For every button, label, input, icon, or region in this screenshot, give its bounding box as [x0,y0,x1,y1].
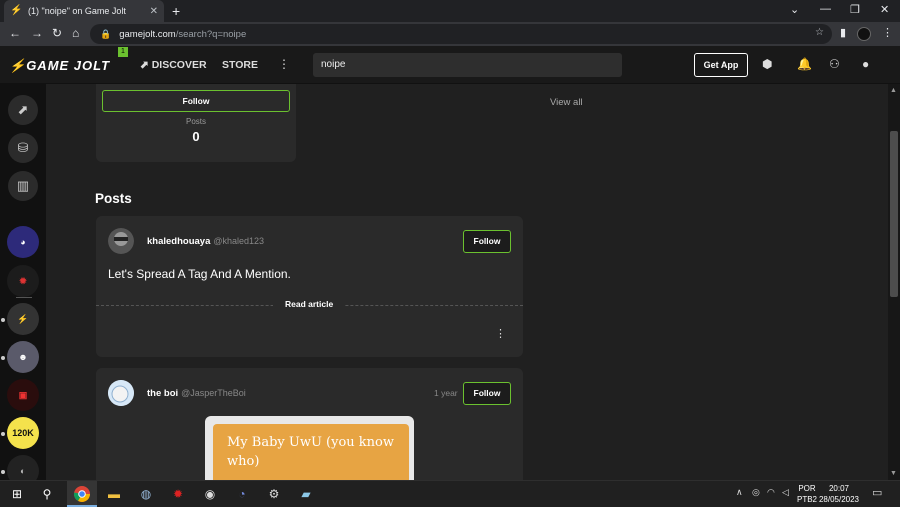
post-card[interactable]: khaledhouaya @khaled123 Follow Let's Spre… [96,216,523,357]
posts-section-title: Posts [95,191,132,206]
sidebar-divider [16,297,32,298]
follow-author-button[interactable]: Follow [463,382,511,405]
scroll-up-icon[interactable]: ▲ [890,87,897,94]
scroll-thumb[interactable] [890,131,898,297]
backpack-icon[interactable]: ⛁ [8,133,38,163]
clock-time: 20:07 [828,484,850,493]
network-icon[interactable]: ◎ [752,487,760,498]
discover-shortcut-icon[interactable]: ⬈ [8,95,38,125]
browser-tab[interactable]: ⚡ (1) "noipe" on Game Jolt ✕ [4,0,164,22]
file-explorer-icon[interactable]: ▬ [105,485,123,503]
app-icon-sphere[interactable]: ◍ [137,485,155,503]
unread-dot [1,318,5,322]
post-timestamp: 1 year [434,388,458,398]
community-avatar-2[interactable]: ✹ [7,265,39,297]
system-clock[interactable]: 20:07 28/05/2023 [815,483,863,505]
gamejolt-logo[interactable]: ⚡GAME JOLT [9,58,110,74]
view-all-link[interactable]: View all [550,97,583,108]
obs-icon[interactable]: ◉ [201,485,219,503]
minimize-button[interactable]: — [820,3,831,15]
unread-dot [1,470,5,474]
unread-dot [1,356,5,360]
restore-button[interactable]: ❐ [850,3,860,16]
unread-dot [1,432,5,436]
post-author-avatar[interactable] [108,380,134,406]
friends-icon[interactable]: ⚇ [829,57,840,71]
side-panel-icon[interactable]: ▮ [840,26,846,39]
site-header: ⚡GAME JOLT ⬈ DISCOVER STORE ⋮ noipe Get … [0,46,900,84]
url-path: /search?q=noipe [175,28,247,40]
chrome-icon[interactable] [73,485,91,503]
app-icon-red[interactable]: ✹ [169,485,187,503]
quests-icon[interactable]: ⬢ [762,57,772,71]
main-content: Follow Posts 0 View all Posts khaledhoua… [46,84,888,480]
left-sidebar: ⬈ ⛁ ▥ ◕ ✹ ⚡ ☻ ▣ 120K ◐ [0,84,46,487]
tab-search-icon[interactable]: ⌄ [790,3,799,16]
tray-chevron-icon[interactable]: ∧ [736,487,743,498]
community-avatar-1[interactable]: ◕ [7,226,39,258]
clock-date: 28/05/2023 [818,495,860,504]
community-avatar-5[interactable]: 120K [7,417,39,449]
post-lead-text: Let's Spread A Tag And A Mention. [108,267,291,281]
community-avatar-4[interactable]: ▣ [7,379,39,411]
discord-icon[interactable]: ◔ [233,485,251,503]
community-avatar-gamejolt[interactable]: ⚡ [7,303,39,335]
follow-author-button[interactable]: Follow [463,230,511,253]
post-author-name[interactable]: the boi @JasperTheBoi [147,388,246,399]
reload-icon[interactable]: ↻ [52,26,62,40]
tab-close-icon[interactable]: ✕ [150,6,158,17]
forward-icon[interactable]: → [31,26,43,40]
page-scrollbar[interactable]: ▲ ▼ [888,84,900,480]
post-image[interactable]: My Baby UwU (you know who) [205,416,414,480]
notification-center-icon[interactable]: ▭ [872,486,882,499]
post-author-name[interactable]: khaledhouaya @khaled123 [147,236,264,247]
post-author-avatar[interactable] [108,228,134,254]
post-card[interactable]: the boi @JasperTheBoi 1 year Follow My Ba… [96,368,523,480]
search-icon[interactable]: ⚲ [38,485,56,503]
library-icon[interactable]: ▥ [8,171,38,201]
steam-icon[interactable]: ⚙ [265,485,283,503]
browser-toolbar: ← → ↻ ⌂ 🔒 gamejolt.com/search?q=noipe ☆ … [0,22,900,46]
post-author-handle: @khaled123 [213,236,265,246]
search-input[interactable]: noipe [313,53,622,77]
scroll-down-icon[interactable]: ▼ [890,470,897,477]
notifications-bell-icon[interactable]: 🔔 [797,57,812,71]
post-author-handle: @JasperTheBoi [181,388,246,398]
user-result-card: Follow Posts 0 [96,84,296,162]
lock-icon: 🔒 [100,28,112,39]
post-image-text: My Baby UwU (you know who) [213,424,409,480]
user-avatar[interactable]: ● [862,57,869,71]
browser-tab-strip: ⚡ (1) "noipe" on Game Jolt ✕ + ⌄ — ❐ ✕ [0,0,900,22]
bookmark-star-icon[interactable]: ☆ [815,27,824,38]
read-article-link[interactable]: Read article [273,299,346,309]
new-tab-button[interactable]: + [172,3,180,19]
profile-avatar[interactable] [857,27,871,41]
app-icon-blue[interactable]: ▰ [297,485,315,503]
store-link[interactable]: STORE [222,59,258,71]
notification-count-badge: 1 [118,47,128,57]
chrome-menu-icon[interactable]: ⋮ [882,26,893,39]
follow-user-button[interactable]: Follow [102,90,290,112]
more-menu-icon[interactable]: ⋮ [278,57,290,71]
language-indicator[interactable]: POR PTB2 [797,483,817,505]
back-icon[interactable]: ← [9,26,21,40]
close-window-button[interactable]: ✕ [880,3,889,16]
posts-stat-value: 0 [192,129,200,144]
gamejolt-favicon-icon: ⚡ [10,5,23,16]
address-bar[interactable]: 🔒 gamejolt.com/search?q=noipe ☆ [90,24,832,44]
post-options-icon[interactable]: ⋮ [495,327,506,340]
posts-stat-label: Posts [185,117,206,126]
discover-link[interactable]: ⬈ DISCOVER [140,59,207,71]
windows-start-icon[interactable]: ⊞ [8,485,26,503]
windows-taskbar: ⊞ ⚲ ▬ ◍ ✹ ◉ ◔ ⚙ ▰ ∧ ◎ ◠ ◁ POR PTB2 20:07… [0,480,900,507]
url-host: gamejolt.com [119,28,176,40]
get-app-button[interactable]: Get App [694,53,748,77]
home-icon[interactable]: ⌂ [72,26,79,40]
volume-icon[interactable]: ◁ [782,487,789,498]
tab-title: (1) "noipe" on Game Jolt [28,6,126,16]
wifi-icon[interactable]: ◠ [767,487,775,498]
community-avatar-3[interactable]: ☻ [7,341,39,373]
